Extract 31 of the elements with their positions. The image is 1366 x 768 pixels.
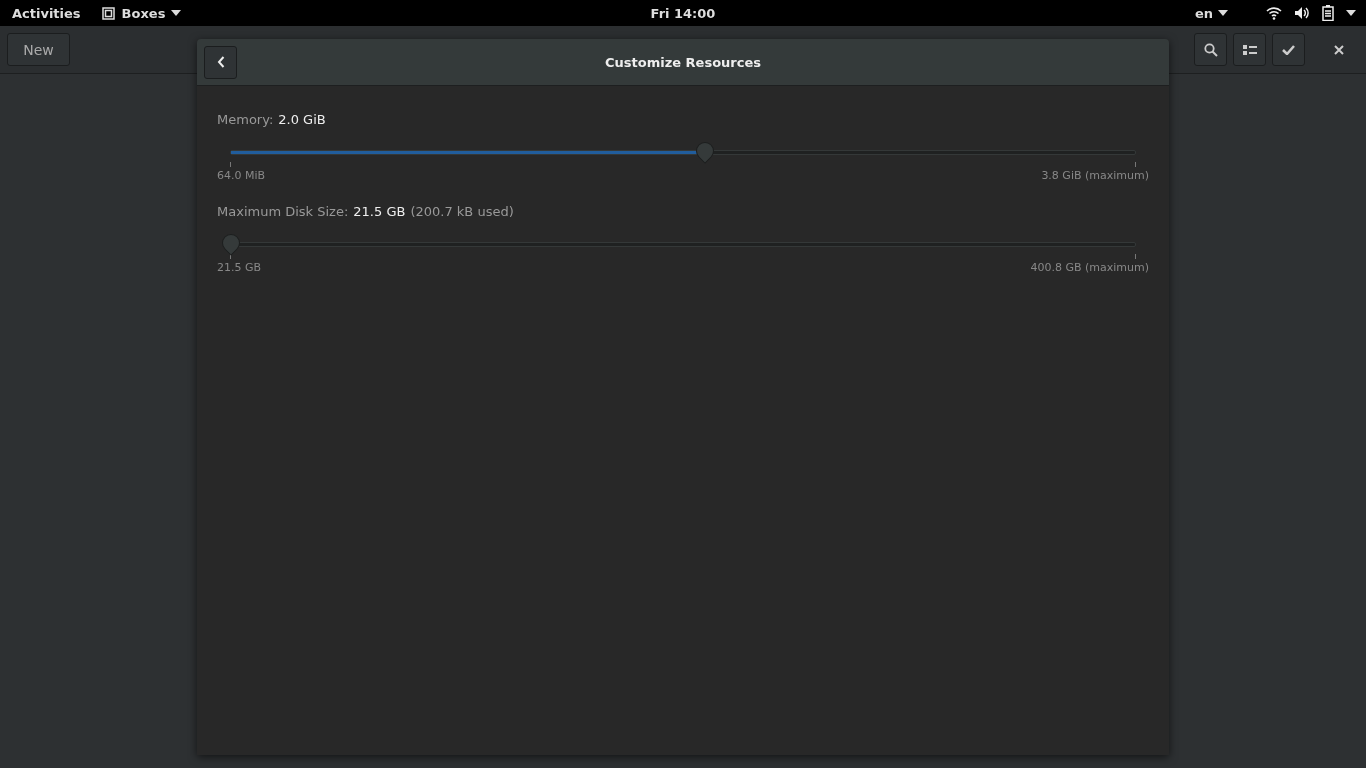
maximum-label: 400.8 GB (maximum) — [1030, 261, 1149, 274]
maximum-label: 3.8 GiB (maximum) — [1041, 169, 1149, 182]
system-menu[interactable] — [1266, 5, 1356, 21]
dialog-title: Customize Resources — [605, 54, 761, 70]
app-menu[interactable]: Boxes — [100, 5, 182, 21]
list-icon — [1242, 43, 1257, 56]
battery-icon — [1322, 5, 1334, 21]
selection-mode-button[interactable] — [1272, 33, 1305, 66]
minimum-label: 21.5 GB — [217, 261, 262, 274]
search-icon — [1203, 42, 1218, 57]
caret-icon — [1346, 10, 1356, 16]
search-button[interactable] — [1194, 33, 1227, 66]
wifi-icon — [1266, 6, 1282, 20]
list-view-button[interactable] — [1233, 33, 1266, 66]
language-menu[interactable]: en — [1194, 5, 1228, 21]
speaker-icon — [1294, 6, 1310, 20]
activities-button[interactable]: Activities — [12, 5, 81, 21]
clock[interactable]: Fri 14:00 — [650, 5, 716, 21]
new-button[interactable]: New — [7, 33, 70, 66]
usage-note: (200.7 kB used) — [410, 204, 514, 219]
setting-label: Memory: — [217, 112, 274, 127]
setting-value: 21.5 GB — [353, 204, 406, 219]
back-button[interactable] — [204, 45, 237, 79]
minimum-label: 64.0 MiB — [217, 169, 266, 182]
close-icon — [1334, 44, 1344, 55]
setting-label: Maximum Disk Size: — [217, 204, 349, 219]
caret-icon — [1218, 10, 1228, 16]
box-frame-icon — [100, 5, 116, 21]
checkmark-icon — [1282, 44, 1295, 55]
setting-value: 2.0 GiB — [278, 112, 326, 127]
caret-icon — [171, 10, 182, 16]
